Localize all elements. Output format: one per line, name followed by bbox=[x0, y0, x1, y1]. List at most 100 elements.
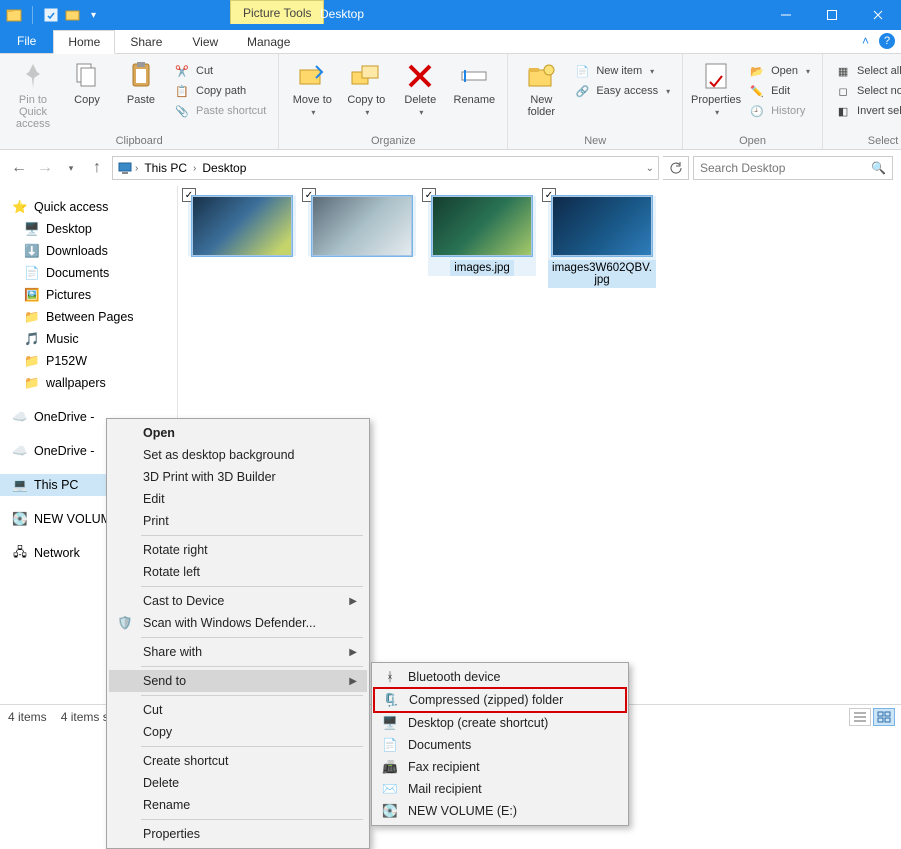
move-to-button[interactable]: Move to▾ bbox=[287, 58, 337, 117]
nav-pictures[interactable]: 🖼️Pictures bbox=[0, 284, 177, 306]
help-icon[interactable]: ? bbox=[879, 33, 895, 49]
bc-chev-1[interactable]: › bbox=[193, 163, 196, 174]
nav-forward-button[interactable]: → bbox=[34, 157, 56, 179]
tab-view[interactable]: View bbox=[177, 30, 233, 53]
sendto-bluetooth[interactable]: ᚼBluetooth device bbox=[374, 666, 626, 688]
edit-icon: ✏️ bbox=[749, 83, 765, 99]
view-largeicons-button[interactable] bbox=[873, 708, 895, 726]
qat-properties-icon[interactable] bbox=[43, 7, 59, 23]
nav-back-button[interactable]: ← bbox=[8, 157, 30, 179]
qat-customize-chevron[interactable]: ▾ bbox=[87, 10, 100, 21]
invert-selection-button[interactable]: ◧Invert selection bbox=[831, 102, 901, 120]
ctx-rename[interactable]: Rename bbox=[109, 794, 367, 816]
paste-shortcut-button[interactable]: 📎Paste shortcut bbox=[170, 102, 270, 120]
nav-between[interactable]: 📁Between Pages bbox=[0, 306, 177, 328]
tab-manage[interactable]: Manage bbox=[232, 30, 305, 53]
nav-wallpaper[interactable]: 📁wallpapers bbox=[0, 372, 177, 394]
qat-newfolder-icon[interactable] bbox=[65, 7, 81, 23]
ctx-create-shortcut[interactable]: Create shortcut bbox=[109, 750, 367, 772]
search-box[interactable]: Search Desktop 🔍 bbox=[693, 156, 893, 180]
desktop-icon: 🖥️ bbox=[382, 715, 398, 731]
collapse-ribbon-icon[interactable]: ˄ bbox=[862, 34, 869, 48]
ctx-open[interactable]: Open bbox=[109, 422, 367, 444]
breadcrumb-thispc[interactable]: This PC bbox=[140, 161, 191, 175]
tab-home[interactable]: Home bbox=[53, 30, 115, 54]
breadcrumb-dropdown-icon[interactable]: ⌄ bbox=[646, 163, 654, 174]
breadcrumb-desktop[interactable]: Desktop bbox=[198, 161, 250, 175]
select-none-button[interactable]: ◻Select none bbox=[831, 82, 901, 100]
nav-documents[interactable]: 📄Documents bbox=[0, 262, 177, 284]
ctx-copy[interactable]: Copy bbox=[109, 721, 367, 743]
copy-button[interactable]: Copy bbox=[62, 58, 112, 106]
folder-icon: 📁 bbox=[24, 309, 40, 325]
ctx-rotate-left[interactable]: Rotate left bbox=[109, 561, 367, 583]
sendto-mail[interactable]: ✉️Mail recipient bbox=[374, 778, 626, 800]
ctx-delete[interactable]: Delete bbox=[109, 772, 367, 794]
select-all-button[interactable]: ▦Select all bbox=[831, 62, 901, 80]
ctx-setbg[interactable]: Set as desktop background bbox=[109, 444, 367, 466]
copy-to-button[interactable]: Copy to▾ bbox=[341, 58, 391, 117]
ctx-sendto[interactable]: Send to▶ bbox=[109, 670, 367, 692]
defender-icon: 🛡️ bbox=[117, 615, 133, 631]
ctx-edit[interactable]: Edit bbox=[109, 488, 367, 510]
ctx-cast[interactable]: Cast to Device▶ bbox=[109, 590, 367, 612]
ctx-defender[interactable]: 🛡️Scan with Windows Defender... bbox=[109, 612, 367, 634]
rename-button[interactable]: Rename bbox=[449, 58, 499, 106]
explorer-icon bbox=[6, 7, 22, 23]
copy-path-button[interactable]: 📋Copy path bbox=[170, 82, 270, 100]
group-open-label: Open bbox=[691, 133, 814, 147]
minimize-button[interactable] bbox=[763, 0, 809, 30]
drive-icon: 💽 bbox=[382, 803, 398, 819]
maximize-button[interactable] bbox=[809, 0, 855, 30]
ctx-print[interactable]: Print bbox=[109, 510, 367, 532]
tab-file[interactable]: File bbox=[0, 28, 53, 53]
file-thumb-2[interactable]: ✓ bbox=[308, 196, 416, 256]
sendto-documents[interactable]: 📄Documents bbox=[374, 734, 626, 756]
pin-label: Pin to Quick access bbox=[8, 94, 58, 130]
sendto-fax[interactable]: 📠Fax recipient bbox=[374, 756, 626, 778]
delete-button[interactable]: Delete▾ bbox=[395, 58, 445, 117]
new-item-button[interactable]: 📄New item▾ bbox=[570, 62, 674, 80]
refresh-button[interactable] bbox=[663, 156, 689, 180]
thumbnail-image bbox=[432, 196, 532, 256]
file-thumb-1[interactable]: ✓ bbox=[188, 196, 296, 256]
nav-music[interactable]: 🎵Music bbox=[0, 328, 177, 350]
ctx-cut[interactable]: Cut bbox=[109, 699, 367, 721]
group-select-label: Select bbox=[831, 133, 901, 147]
edit-button[interactable]: ✏️Edit bbox=[745, 82, 814, 100]
nav-downloads[interactable]: ⬇️Downloads bbox=[0, 240, 177, 262]
properties-button[interactable]: Properties▾ bbox=[691, 58, 741, 117]
nav-recent-chevron[interactable]: ▾ bbox=[60, 157, 82, 179]
file-thumb-4[interactable]: ✓ images3W602QBV.jpg bbox=[548, 196, 656, 288]
sendto-newvolume[interactable]: 💽NEW VOLUME (E:) bbox=[374, 800, 626, 822]
close-button[interactable] bbox=[855, 0, 901, 30]
scissors-icon: ✂️ bbox=[174, 63, 190, 79]
nav-up-button[interactable]: ↑ bbox=[86, 157, 108, 179]
nav-desktop[interactable]: 🖥️Desktop bbox=[0, 218, 177, 240]
ctx-sharewith[interactable]: Share with▶ bbox=[109, 641, 367, 663]
bc-chev-0[interactable]: › bbox=[135, 163, 138, 174]
history-button[interactable]: 🕘History bbox=[745, 102, 814, 120]
nav-quickaccess[interactable]: ⭐Quick access bbox=[0, 196, 177, 218]
easy-access-button[interactable]: 🔗Easy access▾ bbox=[570, 82, 674, 100]
pasteshortcut-icon: 📎 bbox=[174, 103, 190, 119]
rename-label: Rename bbox=[454, 94, 496, 106]
onedrive-icon: ☁️ bbox=[12, 443, 28, 459]
tab-share[interactable]: Share bbox=[115, 30, 177, 53]
open-button[interactable]: 📂Open▾ bbox=[745, 62, 814, 80]
contextual-tool-tab[interactable]: Picture Tools bbox=[230, 0, 324, 24]
nav-p152w[interactable]: 📁P152W bbox=[0, 350, 177, 372]
quick-access-toolbar: ▾ bbox=[0, 6, 100, 24]
pin-quickaccess-button[interactable]: Pin to Quick access bbox=[8, 58, 58, 130]
ctx-properties[interactable]: Properties bbox=[109, 823, 367, 845]
sendto-compressed-folder[interactable]: 🗜️Compressed (zipped) folder bbox=[373, 687, 627, 713]
paste-button[interactable]: Paste bbox=[116, 58, 166, 106]
ctx-3dprint[interactable]: 3D Print with 3D Builder bbox=[109, 466, 367, 488]
view-details-button[interactable] bbox=[849, 708, 871, 726]
sendto-desktop-shortcut[interactable]: 🖥️Desktop (create shortcut) bbox=[374, 712, 626, 734]
new-folder-button[interactable]: New folder bbox=[516, 58, 566, 118]
cut-button[interactable]: ✂️Cut bbox=[170, 62, 270, 80]
file-thumb-3[interactable]: ✓ images.jpg bbox=[428, 196, 536, 276]
ctx-rotate-right[interactable]: Rotate right bbox=[109, 539, 367, 561]
breadcrumb-bar[interactable]: › This PC › Desktop ⌄ bbox=[112, 156, 659, 180]
